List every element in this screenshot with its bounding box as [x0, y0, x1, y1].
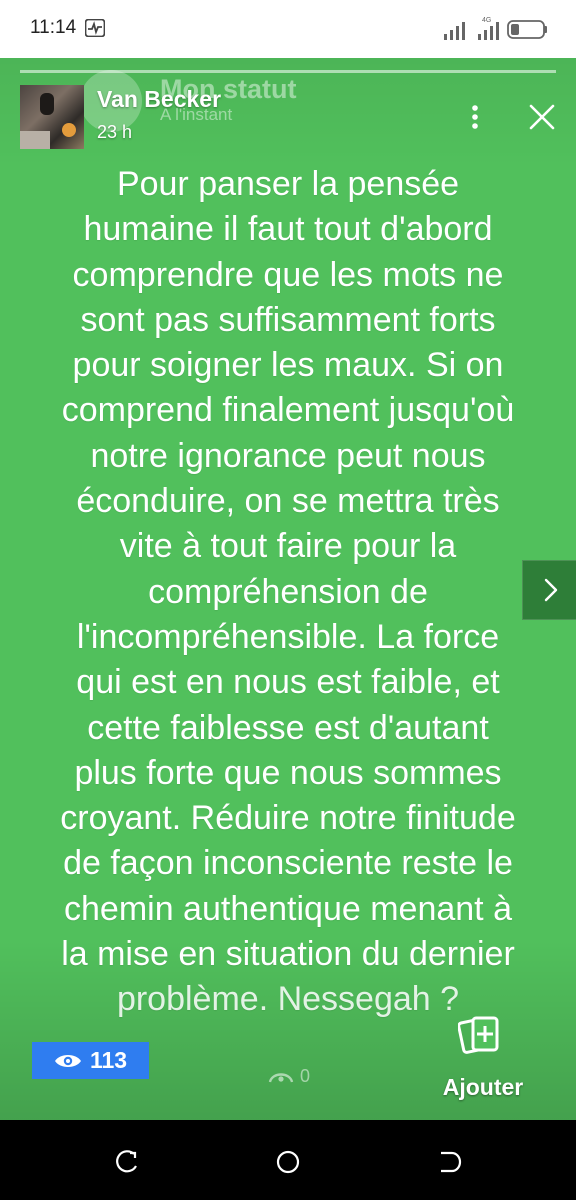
story-text-line: Pour panser la pensée — [116, 165, 460, 203]
svg-text:4G: 4G — [482, 17, 491, 24]
home-icon[interactable] — [274, 1148, 302, 1176]
status-bar: 11:14 4G — [0, 0, 576, 58]
status-time: 11:14 — [30, 17, 77, 38]
story-text: Pour panser la pensée humaine il faut to… — [20, 162, 556, 1023]
story-text-line: éconduire, on se mettra très — [76, 482, 500, 521]
story-text-line: notre ignorance peut nous — [90, 436, 486, 475]
views-count: 113 — [89, 1047, 128, 1073]
story-text-line: de façon inconsciente reste le — [63, 844, 513, 883]
views-badge[interactable]: 113 — [32, 1042, 149, 1079]
next-story-button[interactable] — [522, 560, 576, 620]
story-text-line: cette faiblesse est d'autant — [87, 708, 489, 747]
replies-indicator[interactable]: 0 — [268, 1065, 328, 1087]
story-text-line: humaine il faut tout d'abord — [83, 210, 493, 249]
avatar[interactable] — [20, 85, 84, 149]
eye-icon — [54, 1054, 81, 1067]
navigation-bar — [0, 1120, 576, 1200]
close-icon[interactable] — [522, 100, 562, 136]
story-text-line: sont pas suffisamment forts — [80, 300, 496, 339]
story-time: 23 h — [97, 122, 133, 142]
story-text-line: pour soigner les maux. Si on — [72, 346, 504, 385]
activity-icon — [85, 19, 105, 37]
recents-icon[interactable] — [114, 1148, 142, 1176]
chevron-right-icon — [544, 578, 558, 602]
story-text-line: compréhension de — [148, 572, 428, 611]
reply-icon — [268, 1073, 294, 1083]
back-icon[interactable] — [436, 1148, 464, 1176]
story-text-line: croyant. Réduire notre finitude — [60, 799, 516, 838]
add-label: Ajouter — [442, 1074, 524, 1100]
story-text-line: chemin authentique menant à — [64, 889, 512, 928]
story-text-line: comprendre que les mots ne — [72, 255, 504, 294]
add-story-icon — [458, 1016, 499, 1054]
story-text-line: la mise en situation du dernier — [61, 935, 515, 974]
status-story[interactable]: Mon statut A l'instant Van Becker 23 h P… — [0, 58, 576, 1120]
signal-icons: 4G — [444, 17, 547, 40]
story-text-line: l'incompréhensible. La force — [76, 617, 500, 656]
add-status-button[interactable]: Ajouter — [428, 1013, 538, 1105]
story-text-line: qui est en nous est faible, et — [76, 663, 500, 702]
replies-count: 0 — [300, 1065, 311, 1086]
story-text-line: comprend finalement jusqu'où — [61, 391, 515, 430]
story-text-line: vite à tout faire pour la — [119, 527, 457, 566]
story-owner-name[interactable]: Van Becker — [97, 86, 221, 113]
story-text-line: plus forte que nous sommes — [74, 753, 502, 792]
more-options-icon[interactable] — [460, 100, 490, 134]
